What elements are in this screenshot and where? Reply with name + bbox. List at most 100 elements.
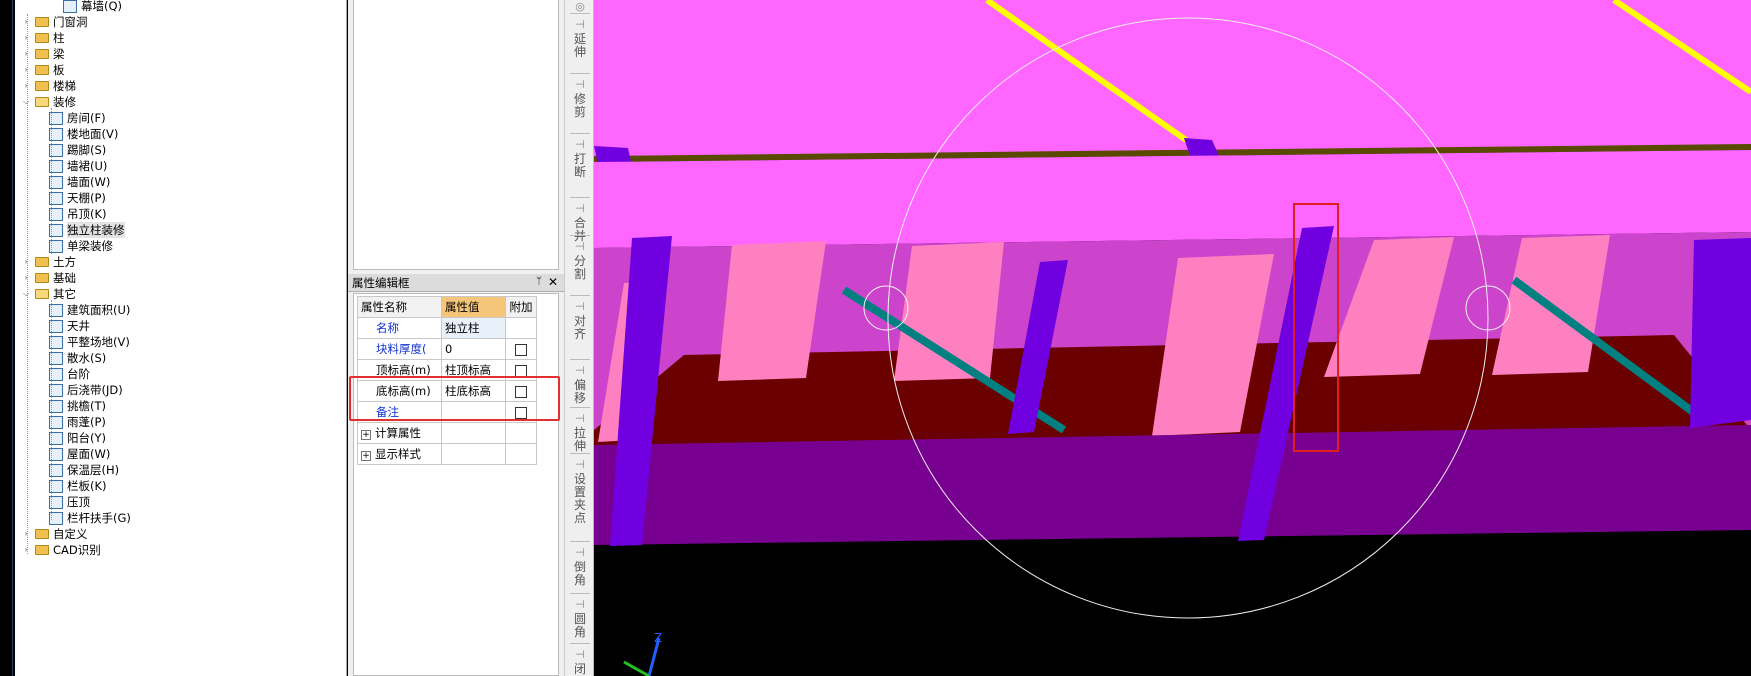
tree-folder[interactable]: ⌵ 其它: [21, 286, 76, 302]
chevron-right-icon[interactable]: ›: [21, 526, 31, 542]
extend-icon: ⊣: [575, 18, 585, 31]
chevron-down-icon[interactable]: ⌵: [21, 286, 31, 302]
folder-icon: [35, 545, 49, 555]
chevron-down-icon[interactable]: ⌵: [21, 94, 31, 110]
toolbar-button-stretch[interactable]: ⊣ 拉伸: [567, 412, 593, 453]
toolbar-button-align[interactable]: ⊣ 对齐: [567, 300, 593, 341]
toolbar-button-offset[interactable]: ⊣ 偏移: [567, 364, 593, 405]
3d-viewport[interactable]: Z: [594, 0, 1751, 676]
component-tree-panel[interactable]: 幕墙(Q) › 门窗洞 › 柱 › 梁 › 板 › 楼梯 ⌵ 装修 房间(F) 楼地面(V) 踢脚(S) 墙裙(…: [15, 0, 347, 676]
folder-icon: [35, 49, 49, 59]
toolbar-button-trim[interactable]: ⊣ 修剪: [567, 78, 593, 119]
tree-item[interactable]: 保温层(H): [49, 462, 119, 478]
tree-item[interactable]: 吊顶(K): [49, 206, 107, 222]
property-value[interactable]: 独立柱: [441, 317, 506, 339]
tree-item[interactable]: 墙裙(U): [49, 158, 107, 174]
folder-icon: [35, 33, 49, 43]
toolbar-button-extend[interactable]: ⊣ 延伸: [567, 18, 593, 59]
expand-plus-icon[interactable]: +: [361, 451, 371, 461]
toolbar-button-break[interactable]: ⊣ 打断: [567, 138, 593, 179]
extra-checkbox[interactable]: [515, 364, 527, 377]
tree-label: 台阶: [67, 367, 90, 381]
tree-label: 独立柱装修: [67, 222, 125, 238]
toolbar-button-close-shape[interactable]: ⊣闭合: [567, 648, 593, 676]
tree-folder[interactable]: › 门窗洞: [21, 14, 88, 30]
tree-label: 压顶: [67, 495, 90, 509]
toolbar-separator: [570, 13, 590, 14]
properties-header-row: 属性名称 属性值 附加: [357, 296, 537, 318]
tree-folder[interactable]: › CAD识别: [21, 542, 101, 558]
chevron-right-icon[interactable]: ›: [21, 270, 31, 286]
tree-item[interactable]: 平整场地(V): [49, 334, 130, 350]
tree-item[interactable]: 阳台(Y): [49, 430, 106, 446]
tree-item[interactable]: 雨蓬(P): [49, 414, 106, 430]
tree-item[interactable]: 天棚(P): [49, 190, 106, 206]
tree-label: CAD识别: [53, 543, 101, 557]
chevron-right-icon[interactable]: ›: [21, 78, 31, 94]
folder-open-icon: [35, 97, 49, 107]
tree-item[interactable]: 独立柱装修: [49, 222, 125, 238]
axis-z-label: Z: [654, 631, 662, 645]
tree-folder[interactable]: › 自定义: [21, 526, 87, 542]
toolbar-button-grip[interactable]: ⊣ 设置夹点: [567, 458, 593, 525]
toolbar-button-label: 圆角: [573, 612, 586, 639]
toolbar-button-split[interactable]: ⊣ 分割: [567, 240, 593, 281]
property-group-row[interactable]: + 计算属性: [357, 422, 537, 444]
toolbar-button-label: 倒角: [573, 560, 586, 587]
close-icon[interactable]: ✕: [548, 275, 558, 289]
chevron-right-icon[interactable]: ›: [21, 542, 31, 558]
tree-item[interactable]: 建筑面积(U): [49, 302, 130, 318]
tree-item[interactable]: 房间(F): [49, 110, 106, 126]
component-list-area[interactable]: [353, 0, 559, 270]
tree-label: 栏杆扶手(G): [67, 511, 131, 525]
tree-label: 柱: [53, 31, 65, 45]
tree-item[interactable]: 挑檐(T): [49, 398, 106, 414]
toolbar-button-chamfer[interactable]: ⊣ 倒角: [567, 546, 593, 587]
extra-checkbox[interactable]: [515, 343, 527, 356]
tree-label: 基础: [53, 271, 76, 285]
tree-label: 平整场地(V): [67, 335, 130, 349]
toolbar-button-fillet[interactable]: ⊣ 圆角: [567, 598, 593, 639]
trim-icon: ⊣: [575, 78, 585, 91]
tree-item[interactable]: 台阶: [49, 366, 90, 382]
tree-label: 阳台(Y): [67, 431, 106, 445]
chevron-right-icon[interactable]: ›: [21, 14, 31, 30]
tree-item[interactable]: 后浇带(JD): [49, 382, 123, 398]
tree-label: 吊顶(K): [67, 207, 107, 221]
property-row[interactable]: 名称 独立柱: [357, 317, 537, 339]
property-name: 名称: [357, 317, 442, 339]
tree-item[interactable]: 楼地面(V): [49, 126, 118, 142]
tree-label: 楼梯: [53, 79, 76, 93]
tree-folder[interactable]: › 土方: [21, 254, 76, 270]
axis-x-line: [623, 660, 650, 676]
tree-folder[interactable]: ⌵ 装修: [21, 94, 76, 110]
tree-item[interactable]: 屋面(W): [49, 446, 110, 462]
tree-item[interactable]: 墙面(W): [49, 174, 110, 190]
chevron-right-icon[interactable]: ›: [21, 62, 31, 78]
properties-body: 属性名称 属性值 附加 名称 独立柱 块料厚度( 0 顶标高(m) 柱顶标高 底…: [353, 293, 559, 676]
pin-icon[interactable]: ᛘ: [536, 276, 542, 287]
tree-item[interactable]: 单梁装修: [49, 238, 113, 254]
toolbar-button-merge[interactable]: ⊣ 合并: [567, 202, 593, 243]
expand-plus-icon[interactable]: +: [361, 430, 371, 440]
chevron-right-icon[interactable]: ›: [21, 46, 31, 62]
tree-item[interactable]: 天井: [49, 318, 90, 334]
chevron-right-icon[interactable]: ›: [21, 254, 31, 270]
property-row[interactable]: 块料厚度( 0: [357, 338, 537, 360]
tree-label: 踢脚(S): [67, 143, 107, 157]
tree-item[interactable]: 压顶: [49, 494, 90, 510]
toolbar-separator: [570, 235, 590, 236]
toolbar-separator: [570, 407, 590, 408]
chevron-right-icon[interactable]: ›: [21, 30, 31, 46]
tree-item[interactable]: 栏杆扶手(G): [49, 510, 131, 526]
tree-item[interactable]: 幕墙(Q): [63, 0, 122, 14]
tree-label: 门窗洞: [53, 15, 88, 29]
tree-item[interactable]: 散水(S): [49, 350, 106, 366]
tree-folder[interactable]: › 楼梯: [21, 78, 76, 94]
property-value[interactable]: 0: [441, 338, 506, 360]
tree-item[interactable]: 栏板(K): [49, 478, 107, 494]
tree-label: 房间(F): [67, 111, 106, 125]
property-group-row[interactable]: + 显示样式: [357, 443, 537, 465]
tree-folder[interactable]: › 基础: [21, 270, 76, 286]
tree-item[interactable]: 踢脚(S): [49, 142, 106, 158]
